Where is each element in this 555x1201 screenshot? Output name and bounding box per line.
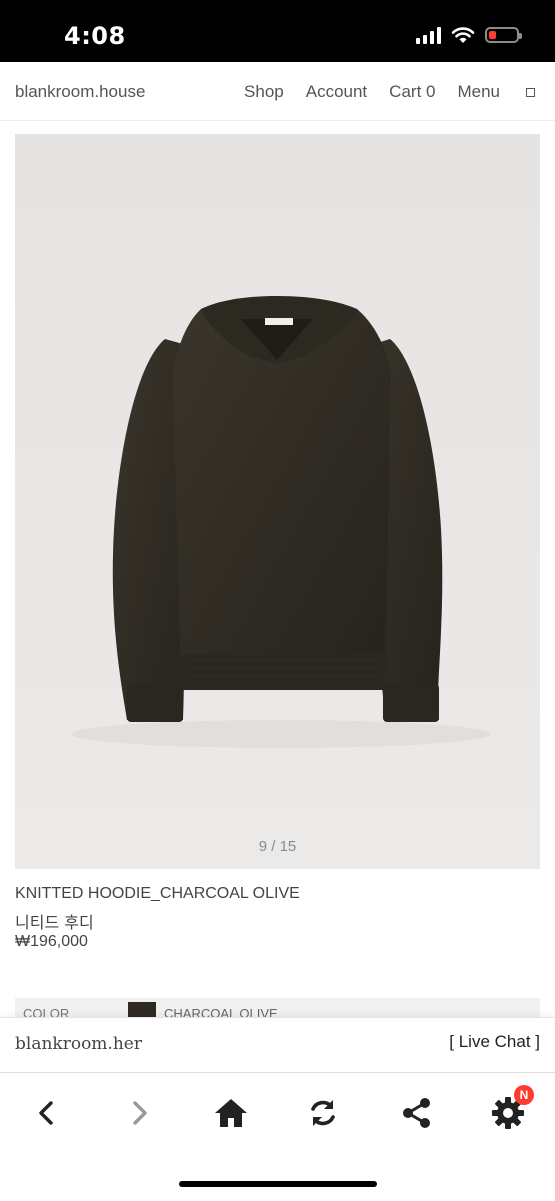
notification-badge: N bbox=[514, 1085, 534, 1105]
product-price: ₩196,000 bbox=[15, 933, 88, 950]
nav-cart-link[interactable]: Cart 0 bbox=[389, 82, 435, 102]
hoodie-illustration bbox=[15, 134, 540, 869]
refresh-icon bbox=[311, 1100, 335, 1126]
home-button[interactable] bbox=[209, 1091, 253, 1135]
image-pager: 9 / 15 bbox=[258, 838, 297, 855]
product-subtitle: 니티드 후디 bbox=[15, 913, 94, 932]
nav-menu-link[interactable]: Menu bbox=[457, 82, 500, 102]
home-icon bbox=[215, 1099, 247, 1127]
wifi-icon bbox=[451, 27, 475, 43]
footer-bar: blankroom.her [ Live Chat ] bbox=[0, 1017, 555, 1072]
forward-button[interactable] bbox=[117, 1091, 161, 1135]
color-swatch bbox=[128, 1002, 156, 1018]
nav-account-link[interactable]: Account bbox=[306, 82, 367, 102]
status-bar: 4:08 bbox=[0, 0, 555, 62]
brand-logo-link[interactable]: blankroom.house bbox=[15, 82, 145, 102]
signal-icon bbox=[416, 26, 441, 44]
status-time: 4:08 bbox=[64, 22, 126, 50]
back-icon bbox=[39, 1101, 53, 1125]
product-image[interactable]: 9 / 15 bbox=[15, 134, 540, 869]
product-title: KNITTED HOODIE_CHARCOAL OLIVE bbox=[15, 885, 300, 902]
color-selector[interactable]: COLOR CHARCOAL OLIVE bbox=[15, 998, 540, 1018]
share-button[interactable] bbox=[394, 1091, 438, 1135]
nav-shop-link[interactable]: Shop bbox=[244, 82, 284, 102]
nav-links: Shop Account Cart 0 Menu bbox=[244, 82, 535, 102]
home-indicator bbox=[179, 1181, 377, 1187]
refresh-button[interactable] bbox=[301, 1091, 345, 1135]
menu-square-icon[interactable] bbox=[526, 87, 535, 97]
live-chat-button[interactable]: [ Live Chat ] bbox=[449, 1032, 540, 1052]
battery-icon bbox=[485, 27, 522, 43]
settings-button[interactable]: N bbox=[486, 1085, 534, 1135]
forward-icon bbox=[133, 1101, 147, 1125]
share-icon bbox=[403, 1098, 430, 1128]
back-button[interactable] bbox=[25, 1091, 69, 1135]
status-icons bbox=[416, 26, 522, 44]
footer-brand[interactable]: blankroom.her bbox=[15, 1034, 142, 1054]
top-nav: blankroom.house Shop Account Cart 0 Menu bbox=[0, 62, 555, 121]
